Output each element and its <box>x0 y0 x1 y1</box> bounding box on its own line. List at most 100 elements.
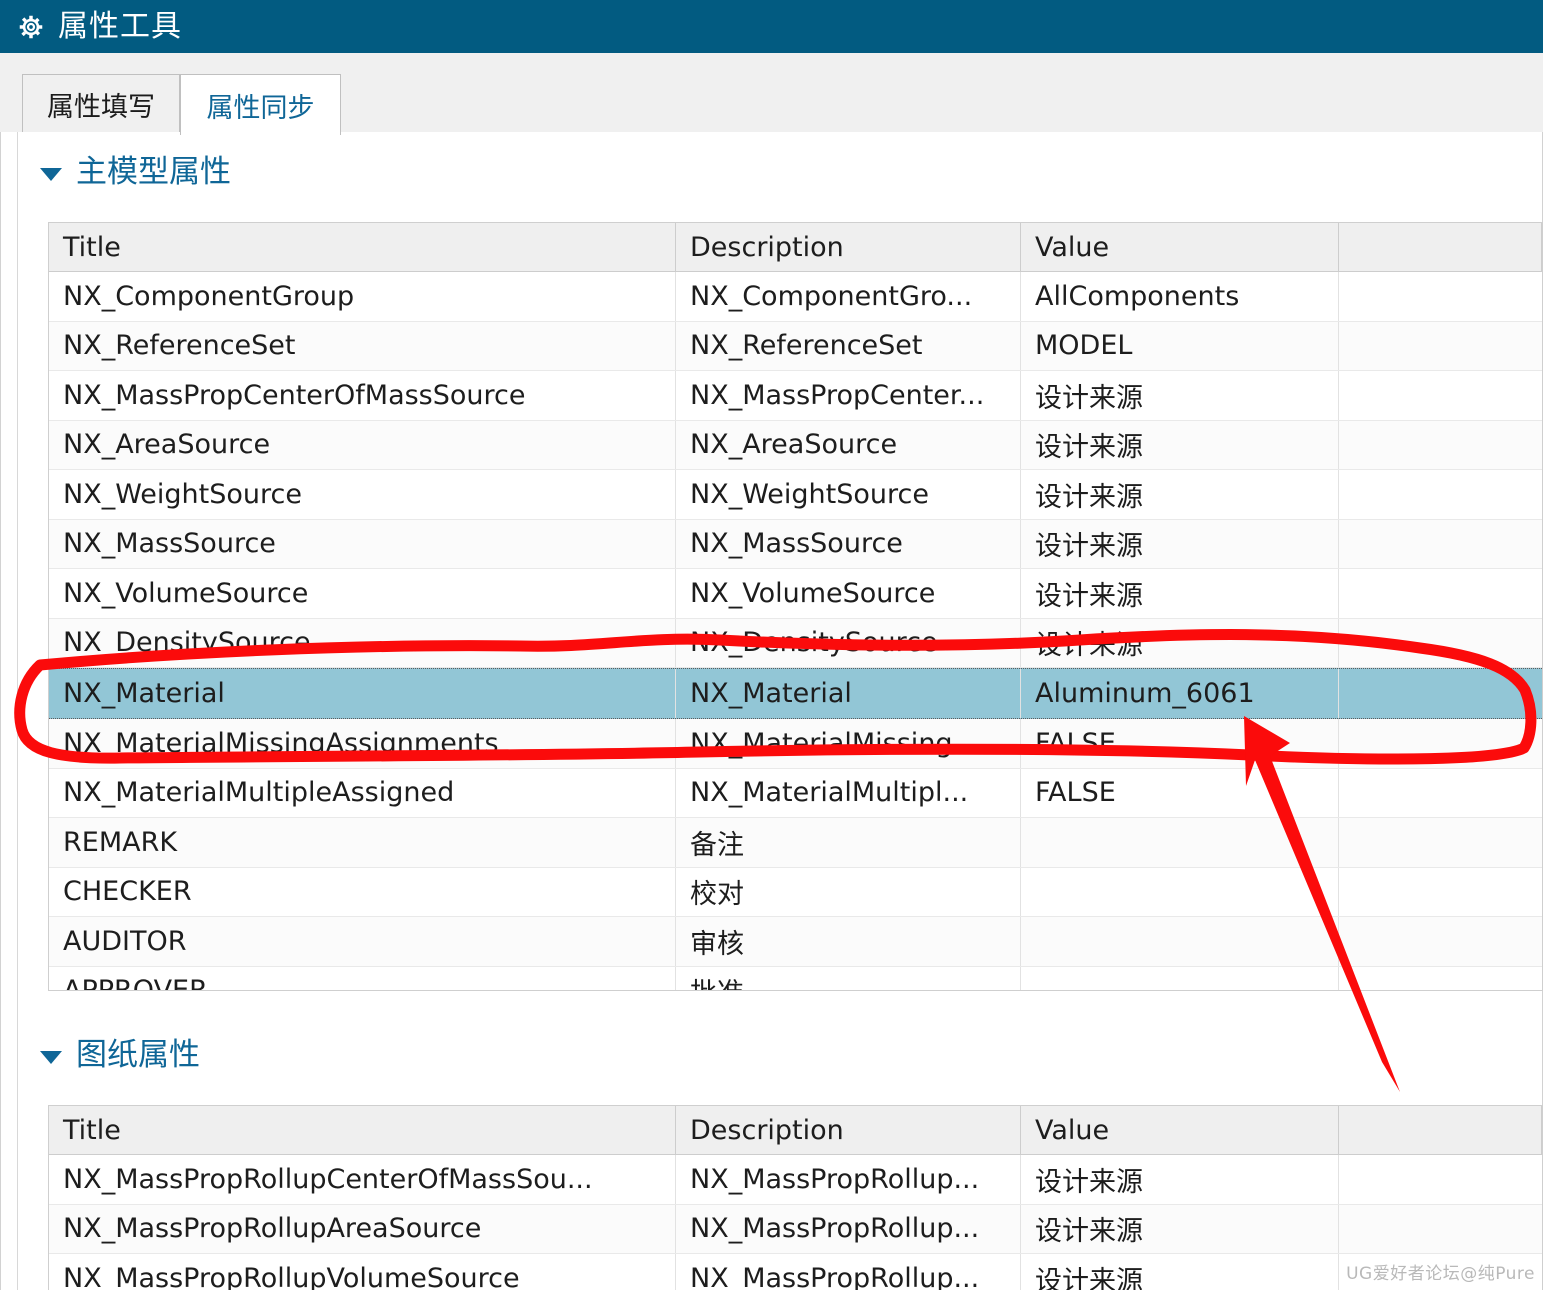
main-model-column-header[interactable]: Title <box>49 223 676 271</box>
cell-extra[interactable] <box>1339 1155 1542 1204</box>
cell-value[interactable] <box>1021 818 1339 867</box>
cell-title[interactable]: NX_VolumeSource <box>49 569 676 618</box>
cell-description[interactable]: NX_VolumeSource <box>676 569 1021 618</box>
cell-description[interactable]: NX_WeightSource <box>676 470 1021 519</box>
cell-description[interactable]: 校对 <box>676 867 1021 916</box>
table-row[interactable]: NX_WeightSource NX_WeightSource 设计来源 <box>49 470 1542 520</box>
main-model-column-header[interactable]: Description <box>676 223 1021 271</box>
cell-title[interactable]: NX_ReferenceSet <box>49 321 676 370</box>
cell-title[interactable]: AUDITOR <box>49 917 676 966</box>
cell-title[interactable]: NX_Material <box>49 669 676 718</box>
cell-extra[interactable] <box>1339 769 1542 818</box>
drawing-column-header[interactable]: Title <box>49 1106 676 1154</box>
table-row[interactable]: NX_AreaSource NX_AreaSource 设计来源 <box>49 420 1542 470</box>
section-header-main-model[interactable]: 主模型属性 <box>40 155 231 189</box>
cell-extra[interactable] <box>1339 818 1542 867</box>
cell-title[interactable]: NX_WeightSource <box>49 470 676 519</box>
table-row[interactable]: NX_MassSource NX_MassSource 设计来源 <box>49 519 1542 569</box>
cell-value[interactable]: 设计来源 <box>1021 420 1339 469</box>
cell-title[interactable]: NX_ComponentGroup <box>49 272 676 321</box>
cell-title[interactable]: NX_MassPropRollupCenterOfMassSou... <box>49 1155 676 1204</box>
cell-description[interactable]: NX_ComponentGro... <box>676 272 1021 321</box>
cell-title[interactable]: REMARK <box>49 818 676 867</box>
drawing-column-header[interactable] <box>1339 1106 1542 1154</box>
cell-description[interactable]: NX_MassPropRollup... <box>676 1254 1021 1290</box>
cell-value[interactable] <box>1021 867 1339 916</box>
table-row[interactable]: APPROVER批准 <box>49 966 1542 991</box>
cell-extra[interactable] <box>1339 719 1542 768</box>
cell-description[interactable]: NX_AreaSource <box>676 420 1021 469</box>
cell-value[interactable]: 设计来源 <box>1021 519 1339 568</box>
cell-extra[interactable] <box>1339 569 1542 618</box>
cell-title[interactable]: NX_MassPropRollupAreaSource <box>49 1204 676 1253</box>
cell-title[interactable]: NX_MassPropRollupVolumeSource <box>49 1254 676 1290</box>
cell-value[interactable]: 设计来源 <box>1021 1254 1339 1290</box>
cell-extra[interactable] <box>1339 470 1542 519</box>
cell-description[interactable]: NX_Material <box>676 669 1021 718</box>
table-row[interactable]: NX_MassPropRollupCenterOfMassSou... NX_Ma… <box>49 1155 1542 1205</box>
cell-description[interactable]: NX_MaterialMultipl... <box>676 768 1021 817</box>
cell-title[interactable]: APPROVER <box>49 966 676 990</box>
cell-description[interactable]: NX_MaterialMissing... <box>676 719 1021 768</box>
cell-extra[interactable] <box>1339 371 1542 420</box>
tab-attribute-fill[interactable]: 属性填写 <box>22 74 180 133</box>
table-row[interactable]: NX_ComponentGroup NX_ComponentGro... AllCo… <box>49 272 1542 322</box>
cell-title[interactable]: NX_AreaSource <box>49 420 676 469</box>
main-model-attributes-grid[interactable]: Title Description Value NX_ComponentGroup NX… <box>48 222 1543 991</box>
cell-description[interactable]: NX_DensitySource <box>676 618 1021 667</box>
cell-title[interactable]: NX_MassPropCenterOfMassSource <box>49 371 676 420</box>
table-row[interactable]: NX_MaterialMultipleAssigned NX_MaterialMu… <box>49 768 1542 818</box>
table-row[interactable]: NX_ReferenceSet NX_ReferenceSet MODEL <box>49 321 1542 371</box>
cell-extra[interactable] <box>1339 967 1542 991</box>
tab-attribute-sync[interactable]: 属性同步 <box>180 74 341 135</box>
cell-title[interactable]: CHECKER <box>49 867 676 916</box>
table-row[interactable]: NX_Material NX_Material Aluminum_6061 <box>49 668 1542 719</box>
drawing-column-header[interactable]: Value <box>1021 1106 1339 1154</box>
cell-value[interactable]: 设计来源 <box>1021 618 1339 667</box>
cell-extra[interactable] <box>1339 322 1542 371</box>
cell-extra[interactable] <box>1339 1205 1542 1254</box>
cell-description[interactable]: NX_MassSource <box>676 519 1021 568</box>
main-model-column-header[interactable] <box>1339 223 1542 271</box>
cell-value[interactable]: 设计来源 <box>1021 569 1339 618</box>
cell-value[interactable] <box>1021 966 1339 990</box>
cell-extra[interactable] <box>1339 520 1542 569</box>
cell-value[interactable]: FALSE <box>1021 719 1339 768</box>
table-row[interactable]: CHECKER 校对 <box>49 867 1542 917</box>
drawing-attributes-grid[interactable]: Title Description Value NX_MassPropRollupCe… <box>48 1105 1543 1290</box>
table-row[interactable]: AUDITOR 审核 <box>49 917 1542 967</box>
cell-description[interactable]: NX_ReferenceSet <box>676 321 1021 370</box>
cell-extra[interactable] <box>1339 421 1542 470</box>
table-row[interactable]: NX_MassPropCenterOfMassSource NX_MassProp… <box>49 371 1542 421</box>
cell-extra[interactable] <box>1339 669 1542 718</box>
cell-description[interactable]: NX_MassPropRollup... <box>676 1155 1021 1204</box>
cell-description[interactable]: NX_MassPropCenter... <box>676 371 1021 420</box>
section-header-drawing[interactable]: 图纸属性 <box>40 1038 200 1072</box>
table-row[interactable]: NX_DensitySource NX_DensitySource 设计来源 <box>49 618 1542 668</box>
cell-value[interactable]: 设计来源 <box>1021 371 1339 420</box>
cell-value[interactable]: MODEL <box>1021 321 1339 370</box>
cell-value[interactable]: FALSE <box>1021 768 1339 817</box>
cell-extra[interactable] <box>1339 868 1542 917</box>
cell-extra[interactable] <box>1339 619 1542 668</box>
main-model-column-header[interactable]: Value <box>1021 223 1339 271</box>
cell-title[interactable]: NX_MaterialMissingAssignments <box>49 719 676 768</box>
cell-value[interactable]: Aluminum_6061 <box>1021 669 1339 718</box>
table-row[interactable]: NX_MaterialMissingAssignments NX_Material… <box>49 719 1542 769</box>
table-row[interactable]: NX_VolumeSource NX_VolumeSource 设计来源 <box>49 569 1542 619</box>
table-row[interactable]: REMARK 备注 <box>49 818 1542 868</box>
cell-description[interactable]: 批准 <box>676 966 1021 990</box>
table-row[interactable]: NX_MassPropRollupAreaSource NX_MassPropRo… <box>49 1204 1542 1254</box>
cell-title[interactable]: NX_MassSource <box>49 519 676 568</box>
cell-title[interactable]: NX_DensitySource <box>49 618 676 667</box>
cell-description[interactable]: 备注 <box>676 818 1021 867</box>
cell-description[interactable]: 审核 <box>676 917 1021 966</box>
cell-extra[interactable] <box>1339 917 1542 966</box>
cell-value[interactable]: 设计来源 <box>1021 470 1339 519</box>
cell-value[interactable]: 设计来源 <box>1021 1204 1339 1253</box>
cell-value[interactable] <box>1021 917 1339 966</box>
cell-description[interactable]: NX_MassPropRollup... <box>676 1204 1021 1253</box>
cell-title[interactable]: NX_MaterialMultipleAssigned <box>49 768 676 817</box>
cell-extra[interactable] <box>1339 272 1542 321</box>
drawing-column-header[interactable]: Description <box>676 1106 1021 1154</box>
